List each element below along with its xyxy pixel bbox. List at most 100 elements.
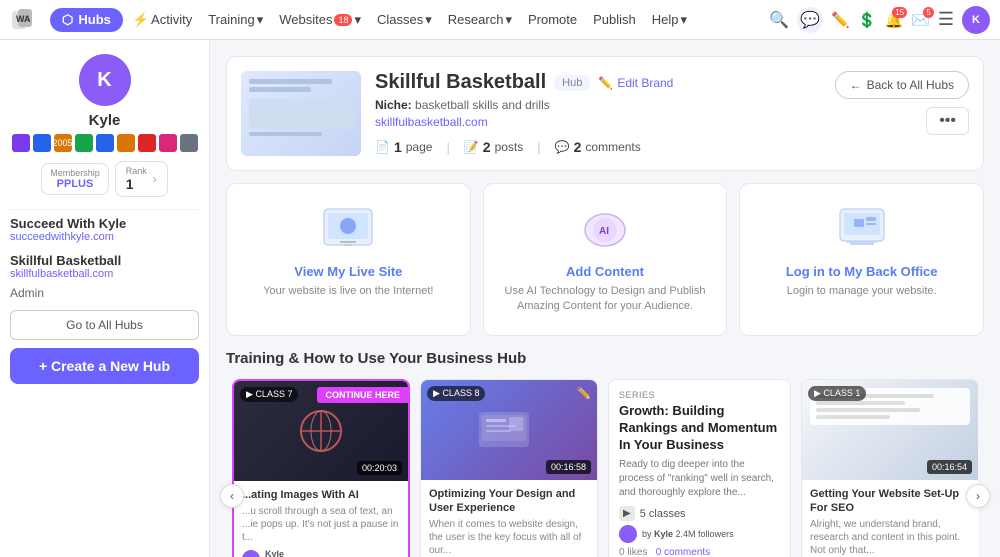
nav-item-publish[interactable]: Publish	[587, 12, 642, 27]
site1-name: Succeed With Kyle	[10, 216, 199, 231]
video-icon: ▶	[246, 389, 253, 399]
avatar[interactable]: K	[962, 6, 990, 34]
training-card-1: ▶ CLASS 7 CONTINUE HERE 00:20:03 ...atin…	[232, 379, 410, 557]
class1-title: Getting Your Website Set-Up For SEO	[810, 487, 970, 516]
class1-thumb: ▶ CLASS 1 00:16:54	[802, 380, 978, 480]
pencil-icon[interactable]: ✏️	[831, 11, 850, 29]
training-card-2-body: Optimizing Your Design and User Experien…	[421, 480, 597, 557]
edit-icon-2[interactable]: ✏️	[576, 386, 591, 400]
notifications-badge: 15	[892, 7, 907, 18]
hub-stat-posts: 📝 2 posts	[464, 139, 523, 155]
rank-box: Rank 1 ›	[115, 161, 168, 197]
sidebar-username: Kyle	[89, 112, 121, 129]
carousel-left-arrow[interactable]: ‹	[220, 484, 244, 508]
series-classes: ▶ 5 classes	[619, 506, 780, 521]
sidebar-site1: Succeed With Kyle succeedwithkyle.com	[10, 216, 199, 243]
nav-item-websites[interactable]: Websites 18 ▾	[273, 12, 367, 28]
hub-url[interactable]: skillfulbasketball.com	[375, 115, 821, 129]
menu-icon[interactable]: ☰	[938, 9, 954, 30]
nav-item-promote[interactable]: Promote	[522, 12, 583, 27]
help-chevron-icon: ▾	[681, 12, 688, 28]
stat-sep1: |	[446, 140, 449, 155]
badge-row3-1	[180, 134, 198, 152]
svg-text:AI: AI	[599, 226, 609, 237]
class1-duration: 00:16:54	[927, 460, 972, 474]
sidebar-role: Admin	[10, 286, 199, 300]
activity-icon: ⚡	[133, 12, 149, 28]
pencil-edit-icon: ✏️	[598, 76, 613, 90]
video-series-icon: ▶	[619, 506, 635, 521]
membership-value: PPLUS	[50, 178, 100, 190]
hubs-button[interactable]: ⬡ Hubs	[50, 8, 123, 32]
series-title: Growth: Building Rankings and Momentum I…	[619, 403, 780, 454]
training-cards: ▶ CLASS 7 CONTINUE HERE 00:20:03 ...atin…	[232, 379, 978, 557]
nav-item-research[interactable]: Research ▾	[442, 12, 518, 28]
class1-desc: Alright, we understand brand, research a…	[810, 518, 970, 557]
action-card-back-office[interactable]: Log in to My Back Office Login to manage…	[739, 183, 984, 336]
hubs-icon: ⬡	[62, 12, 73, 28]
nav-item-classes[interactable]: Classes ▾	[371, 12, 438, 28]
create-new-hub-button[interactable]: + Create a New Hub	[10, 348, 199, 384]
svg-text:WA: WA	[16, 14, 31, 24]
nav-item-activity[interactable]: ⚡ Activity	[127, 12, 198, 28]
membership-box: Membership PPLUS	[41, 163, 109, 195]
chat-icon[interactable]: 💬	[797, 7, 823, 33]
top-nav: WA ⬡ Hubs ⚡ Activity Training ▾ Websites…	[0, 0, 1000, 40]
go-to-all-hubs-button[interactable]: Go to All Hubs	[10, 310, 199, 340]
badge-row2-2	[117, 134, 135, 152]
action-card-add-content[interactable]: AI Add Content Use AI Technology to Desi…	[483, 183, 728, 336]
search-icon[interactable]: 🔍	[769, 10, 789, 30]
hub-badge: Hub	[554, 75, 590, 91]
training-card-1-desc: ...u scroll through a sea of text, an ..…	[242, 505, 400, 544]
nav-item-help[interactable]: Help ▾	[646, 12, 693, 28]
dollar-icon[interactable]: 💲	[858, 11, 877, 29]
hub-stats: 📄 1 page | 📝 2 posts | 💬 2 comments	[375, 139, 821, 155]
ai-icon: AI	[575, 204, 635, 254]
duration-1: 00:20:03	[357, 461, 402, 475]
action-card-view-desc: Your website is live on the Internet!	[241, 284, 456, 299]
hub-stat-comments: 💬 2 comments	[555, 139, 641, 155]
websites-badge: 18	[334, 14, 352, 26]
series-likes: 0 likes	[619, 547, 647, 557]
hub-header-right: ← Back to All Hubs •••	[835, 71, 969, 135]
hub-niche: Niche: basketball skills and drills	[375, 98, 821, 112]
hub-title: Skillful Basketball	[375, 71, 546, 94]
training-section-title: Training & How to Use Your Business Hub	[226, 350, 984, 367]
training-card-1-thumb: ▶ CLASS 7 CONTINUE HERE 00:20:03	[234, 381, 408, 481]
websites-chevron-icon: ▾	[354, 12, 361, 28]
messages-icon[interactable]: ✉️ 5	[911, 11, 930, 29]
sidebar: K Kyle 2005 Membership PPLUS	[0, 40, 210, 557]
series-author-name: Kyle	[654, 529, 673, 539]
badge-green	[75, 134, 93, 152]
membership-label: Membership	[50, 168, 100, 178]
badge-gold: 2005	[54, 134, 72, 152]
site2-url[interactable]: skillfulbasketball.com	[10, 268, 199, 280]
series-comments[interactable]: 0 comments	[656, 547, 710, 557]
back-to-all-hubs-button[interactable]: ← Back to All Hubs	[835, 71, 969, 99]
action-card-view-title: View My Live Site	[241, 264, 456, 279]
badge-purple	[12, 134, 30, 152]
arrow-left-icon: ←	[850, 78, 862, 92]
rank-label: Rank	[126, 166, 147, 176]
edit-brand-button[interactable]: ✏️ Edit Brand	[598, 76, 673, 90]
action-card-office-desc: Login to manage your website.	[754, 284, 969, 299]
action-card-ai-title: Add Content	[498, 264, 713, 279]
site1-url[interactable]: succeedwithkyle.com	[10, 231, 199, 243]
stat-sep2: |	[537, 140, 540, 155]
sidebar-avatar: K	[79, 54, 131, 106]
messages-badge: 5	[923, 7, 933, 18]
main-content: Skillful Basketball Hub ✏️ Edit Brand Ni…	[210, 40, 1000, 557]
series-desc: Ready to dig deeper into the process of …	[619, 458, 780, 500]
nav-item-training[interactable]: Training ▾	[202, 12, 269, 28]
nav-icons: 🔍 💬 ✏️ 💲 🔔 15 ✉️ 5 ☰ K	[769, 6, 990, 34]
series-card: SERIES Growth: Building Rankings and Mom…	[608, 379, 791, 557]
more-options-button[interactable]: •••	[926, 107, 969, 135]
comments-icon: 💬	[555, 140, 570, 154]
action-card-view-site[interactable]: View My Live Site Your website is live o…	[226, 183, 471, 336]
training-card-2-title: Optimizing Your Design and User Experien…	[429, 487, 589, 516]
notifications-icon[interactable]: 🔔 15	[884, 11, 903, 29]
action-cards: View My Live Site Your website is live o…	[226, 183, 984, 336]
continue-badge-1: CONTINUE HERE	[317, 387, 408, 403]
carousel-right-arrow[interactable]: ›	[966, 484, 990, 508]
author-avatar-1	[242, 550, 260, 557]
